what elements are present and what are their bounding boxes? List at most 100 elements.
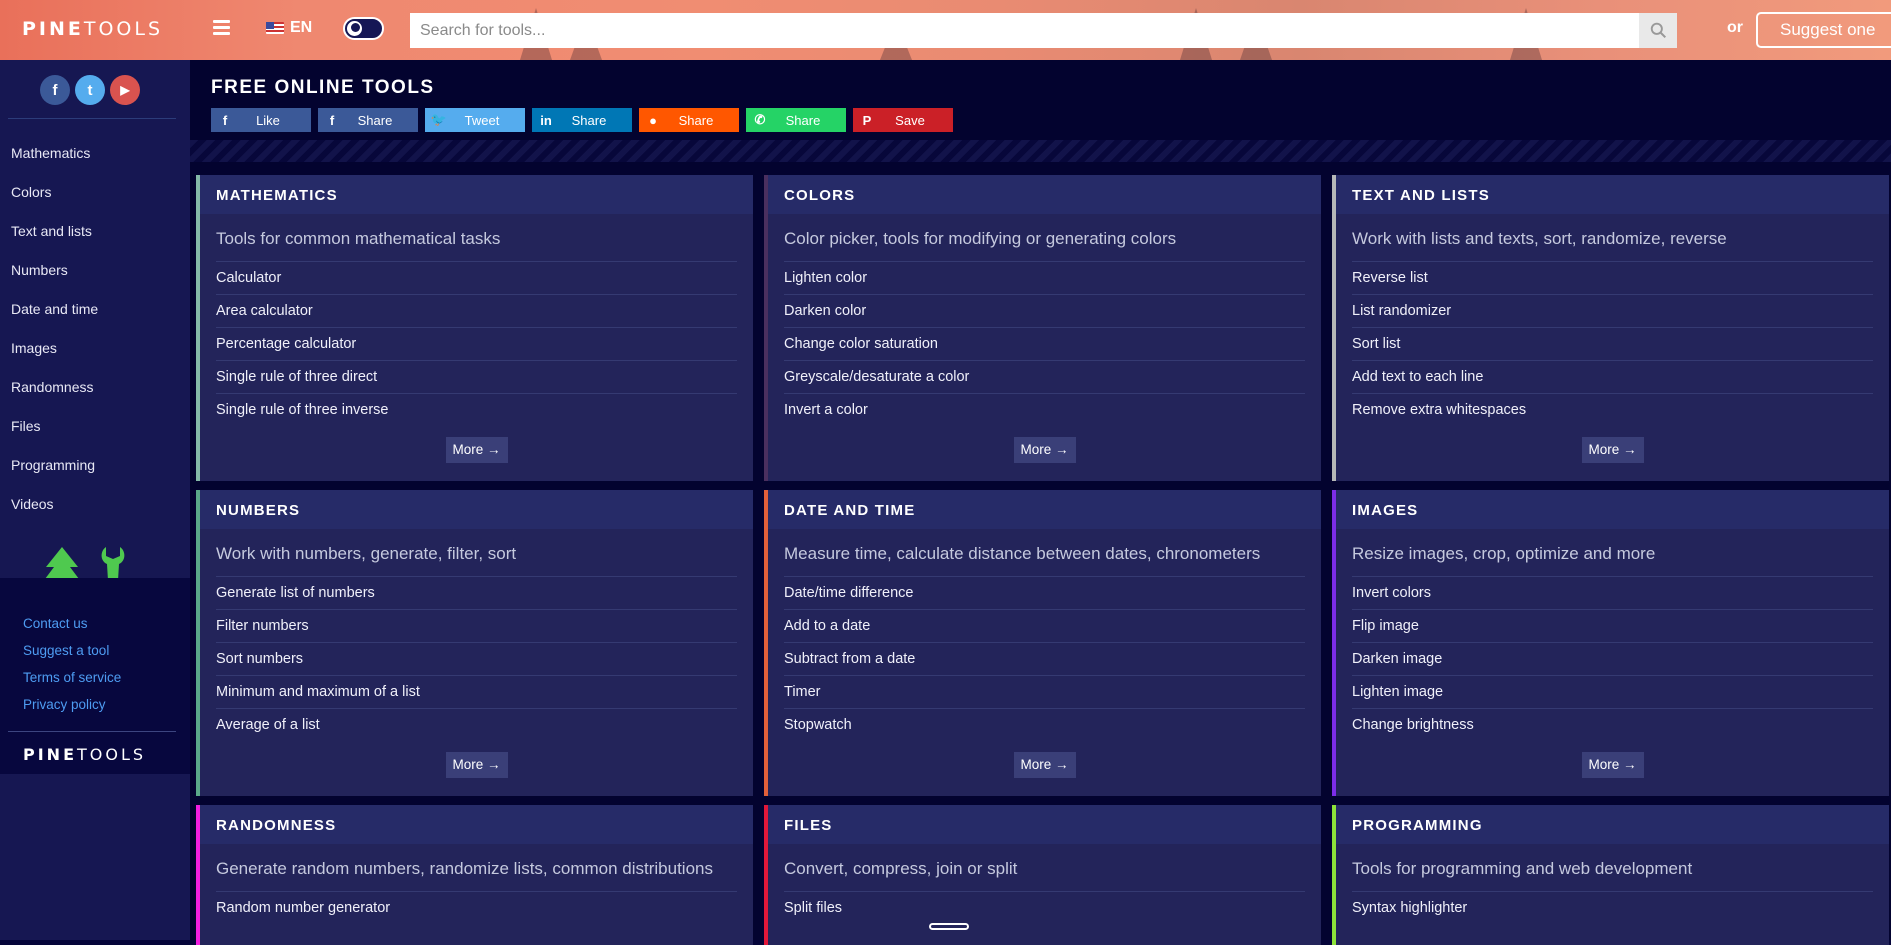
tool-link[interactable]: Sort numbers — [216, 643, 737, 676]
sidebar-item-images[interactable]: Images — [0, 329, 190, 368]
tool-link[interactable]: Darken image — [1352, 643, 1873, 676]
tool-link[interactable]: Subtract from a date — [784, 643, 1305, 676]
tool-link[interactable]: Reverse list — [1352, 262, 1873, 295]
language-code: EN — [290, 19, 313, 36]
tool-link[interactable]: Sort list — [1352, 328, 1873, 361]
tool-link[interactable]: Lighten color — [784, 262, 1305, 295]
sidebar-footer: Contact us Suggest a tool Terms of servi… — [0, 578, 190, 774]
footer-links: Contact us Suggest a tool Terms of servi… — [23, 616, 121, 724]
privacy-policy-link[interactable]: Privacy policy — [23, 697, 121, 724]
card-title[interactable]: FILES — [768, 805, 1321, 844]
footer-logo[interactable]: PINETOOLS — [23, 745, 146, 764]
twitter-icon[interactable]: t — [75, 75, 105, 105]
more-button[interactable]: More → — [445, 752, 508, 778]
pinterest-save-button[interactable]: P Save — [853, 108, 953, 132]
tool-link[interactable]: Invert a color — [784, 394, 1305, 427]
tool-link[interactable]: Stopwatch — [784, 709, 1305, 742]
sidebar-item-date-and-time[interactable]: Date and time — [0, 290, 190, 329]
tool-link[interactable]: Single rule of three inverse — [216, 394, 737, 427]
tool-link[interactable]: Flip image — [1352, 610, 1873, 643]
page-title: FREE ONLINE TOOLS — [211, 77, 435, 98]
tool-link[interactable]: Average of a list — [216, 709, 737, 742]
share-label: Share — [785, 112, 821, 128]
share-label: Share — [357, 112, 393, 128]
twitter-tweet-button[interactable]: 🐦 Tweet — [425, 108, 525, 132]
card-title[interactable]: NUMBERS — [200, 490, 753, 529]
top-header: PINETOOLS EN or Suggest one — [0, 0, 1891, 60]
category-card-randomness: RANDOMNESS Generate random numbers, rand… — [196, 805, 753, 945]
linkedin-share-button[interactable]: in Share — [532, 108, 632, 132]
more-button[interactable]: More → — [1013, 752, 1076, 778]
tool-link[interactable]: Remove extra whitespaces — [1352, 394, 1873, 427]
facebook-icon[interactable]: f — [40, 75, 70, 105]
scroll-handle[interactable] — [929, 923, 969, 930]
tool-link[interactable]: Lighten image — [1352, 676, 1873, 709]
tool-link[interactable]: Timer — [784, 676, 1305, 709]
tool-link[interactable]: Split files — [784, 892, 1305, 925]
more-button[interactable]: More → — [1581, 437, 1644, 463]
tool-link[interactable]: List randomizer — [1352, 295, 1873, 328]
tool-list: Generate list of numbers Filter numbers … — [216, 576, 737, 742]
category-card-numbers: NUMBERS Work with numbers, generate, fil… — [196, 490, 753, 796]
more-button[interactable]: More → — [1013, 437, 1076, 463]
sidebar-item-text-and-lists[interactable]: Text and lists — [0, 212, 190, 251]
facebook-like-button[interactable]: f Like — [211, 108, 311, 132]
facebook-icon: f — [222, 112, 228, 128]
tool-link[interactable]: Change brightness — [1352, 709, 1873, 742]
card-title[interactable]: COLORS — [768, 175, 1321, 214]
card-title[interactable]: PROGRAMMING — [1336, 805, 1889, 844]
sidebar-item-colors[interactable]: Colors — [0, 173, 190, 212]
sidebar-nav: Mathematics Colors Text and lists Number… — [0, 134, 190, 524]
search-button[interactable] — [1639, 13, 1677, 48]
card-title[interactable]: DATE AND TIME — [768, 490, 1321, 529]
youtube-icon[interactable]: ▶ — [110, 75, 140, 105]
tool-link[interactable]: Minimum and maximum of a list — [216, 676, 737, 709]
tool-link[interactable]: Percentage calculator — [216, 328, 737, 361]
suggest-a-tool-link[interactable]: Suggest a tool — [23, 643, 121, 670]
tool-link[interactable]: Greyscale/desaturate a color — [784, 361, 1305, 394]
tool-link[interactable]: Generate list of numbers — [216, 577, 737, 610]
dark-mode-toggle[interactable] — [343, 17, 384, 40]
tool-link[interactable]: Date/time difference — [784, 577, 1305, 610]
contact-us-link[interactable]: Contact us — [23, 616, 121, 643]
tool-link[interactable]: Darken color — [784, 295, 1305, 328]
reddit-share-button[interactable]: ● Share — [639, 108, 739, 132]
terms-of-service-link[interactable]: Terms of service — [23, 670, 121, 697]
sidebar-item-videos[interactable]: Videos — [0, 485, 190, 524]
tool-link[interactable]: Random number generator — [216, 892, 737, 925]
card-title[interactable]: IMAGES — [1336, 490, 1889, 529]
us-flag-icon — [266, 22, 284, 34]
site-logo[interactable]: PINETOOLS — [22, 18, 163, 40]
more-button[interactable]: More → — [1581, 752, 1644, 778]
whatsapp-share-button[interactable]: ✆ Share — [746, 108, 846, 132]
tool-link[interactable]: Filter numbers — [216, 610, 737, 643]
card-title[interactable]: MATHEMATICS — [200, 175, 753, 214]
suggest-tool-button[interactable]: Suggest one — [1756, 12, 1891, 48]
logo-bold-text: PINE — [22, 18, 84, 40]
tool-list: Split files — [784, 891, 1305, 925]
tool-link[interactable]: Invert colors — [1352, 577, 1873, 610]
sidebar-item-programming[interactable]: Programming — [0, 446, 190, 485]
facebook-share-button[interactable]: f Share — [318, 108, 418, 132]
card-description: Work with numbers, generate, filter, sor… — [216, 544, 517, 563]
sidebar-item-mathematics[interactable]: Mathematics — [0, 134, 190, 173]
category-card-date-and-time: DATE AND TIME Measure time, calculate di… — [764, 490, 1321, 796]
menu-hamburger-icon[interactable] — [213, 20, 230, 35]
more-button[interactable]: More → — [445, 437, 508, 463]
sidebar-item-randomness[interactable]: Randomness — [0, 368, 190, 407]
language-selector[interactable]: EN — [266, 19, 312, 37]
card-title[interactable]: RANDOMNESS — [200, 805, 753, 844]
sidebar-item-files[interactable]: Files — [0, 407, 190, 446]
tool-link[interactable]: Add to a date — [784, 610, 1305, 643]
tool-link[interactable]: Calculator — [216, 262, 737, 295]
tool-link[interactable]: Area calculator — [216, 295, 737, 328]
card-title[interactable]: TEXT AND LISTS — [1336, 175, 1889, 214]
tool-link[interactable]: Single rule of three direct — [216, 361, 737, 394]
share-label: Share — [571, 112, 607, 128]
tool-link[interactable]: Syntax highlighter — [1352, 892, 1873, 925]
sidebar-item-numbers[interactable]: Numbers — [0, 251, 190, 290]
tool-list: Random number generator — [216, 891, 737, 925]
tool-link[interactable]: Add text to each line — [1352, 361, 1873, 394]
search-input[interactable] — [410, 13, 1639, 48]
tool-link[interactable]: Change color saturation — [784, 328, 1305, 361]
